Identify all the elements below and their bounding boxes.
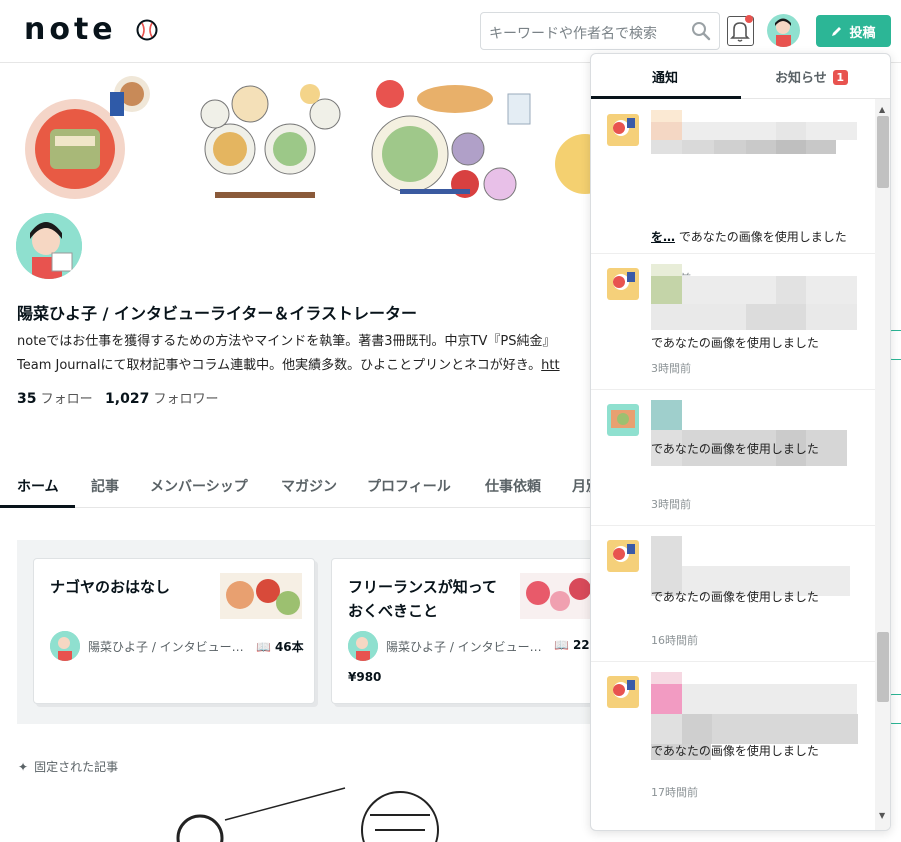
magazine-price: ¥980 xyxy=(348,670,382,684)
following-label[interactable]: フォロー xyxy=(41,392,93,407)
scroll-down-icon[interactable]: ▼ xyxy=(879,811,885,820)
magazine-section: ナゴヤのおはなし 陽菜ひよ子 / インタビュー… 📖 46本 フリーランスが知って… xyxy=(17,540,613,724)
notification-text: であなたの画像を使用しました xyxy=(651,334,861,352)
magazine-title[interactable]: ナゴヤのおはなし xyxy=(50,575,200,599)
magazine-author: 陽菜ひよ子 / インタビュー… xyxy=(50,631,244,661)
magazine-count-value: 46本 xyxy=(274,640,304,654)
notification-message: であなたの画像を使用しました xyxy=(651,744,819,758)
notification-item[interactable]: であなたの画像を使用しました 17時間前 xyxy=(591,662,875,830)
search-input[interactable]: キーワードや作者名で検索 xyxy=(480,12,720,50)
author-name: 陽菜ひよ子 / インタビュー… xyxy=(386,639,542,654)
notification-avatar xyxy=(607,114,639,146)
creator-bio: noteではお仕事を獲得するための方法やマインドを執筆。著書3冊既刊。中京TV『… xyxy=(17,330,587,378)
notification-message: であなたの画像を使用しました xyxy=(651,442,819,456)
tab-home[interactable]: ホーム xyxy=(17,476,59,496)
pinned-text: 固定された記事 xyxy=(34,760,119,774)
notification-item[interactable]: であなたの画像を使用しました 3時間前 xyxy=(591,390,875,526)
magazine-card[interactable]: フリーランスが知っておくべきこと 陽菜ひよ子 / インタビュー… 📖 22 ¥98… xyxy=(331,558,613,704)
panel-tab-indicator xyxy=(591,96,741,99)
notification-avatar xyxy=(607,540,639,572)
bio-line-1: noteではお仕事を獲得するための方法やマインドを執筆。著書3冊既刊。中京TV『… xyxy=(17,334,556,349)
creator-avatar[interactable] xyxy=(16,213,82,279)
news-badge: 1 xyxy=(832,70,848,85)
notification-time: 3時間前 xyxy=(651,362,691,375)
tab-news[interactable]: お知らせ 1 xyxy=(775,67,848,86)
baseball-icon xyxy=(136,19,158,41)
pin-icon: ✦ xyxy=(18,759,29,774)
scrollbar-thumb[interactable] xyxy=(877,632,889,702)
notification-avatar xyxy=(607,676,639,708)
blurred-title xyxy=(651,264,857,330)
bio-link[interactable]: htt xyxy=(541,358,559,373)
followers-label[interactable]: フォロワー xyxy=(153,392,218,407)
author-avatar xyxy=(348,631,378,661)
notification-link[interactable]: を… xyxy=(651,230,675,244)
bio-line-2-text: Team Journalにて取材記事やコラム連載中。他実績多数。ひよことプリンと… xyxy=(17,358,542,373)
scroll-up-icon[interactable]: ▲ xyxy=(879,105,885,114)
tab-profile[interactable]: プロフィール xyxy=(367,476,451,496)
follow-stats: 35 フォロー 1,027 フォロワー xyxy=(17,388,219,407)
followers-count[interactable]: 1,027 xyxy=(105,391,149,407)
pinned-article-illustration[interactable] xyxy=(170,780,470,842)
notification-item[interactable]: であなたの画像を使用しました 3時間前 xyxy=(591,254,875,390)
creator-tabs: ホーム 記事 メンバーシップ マガジン プロフィール 仕事依頼 月別 xyxy=(0,466,600,508)
blurred-title xyxy=(651,400,847,466)
magazine-count: 📖 22 xyxy=(554,638,590,652)
pinned-label: ✦ 固定された記事 xyxy=(18,758,118,775)
tab-news-label: お知らせ xyxy=(775,71,827,86)
tab-articles[interactable]: 記事 xyxy=(91,476,119,496)
search-icon[interactable] xyxy=(690,20,712,42)
note-logo[interactable]: note xyxy=(24,14,117,46)
following-count[interactable]: 35 xyxy=(17,391,36,407)
notification-item[interactable]: であなたの画像を使用しました 16時間前 xyxy=(591,526,875,662)
notification-message: であなたの画像を使用しました xyxy=(675,230,847,244)
magazine-thumbnail xyxy=(220,573,302,619)
panel-tabs: 通知 お知らせ 1 xyxy=(591,54,890,99)
pencil-icon xyxy=(832,27,842,36)
tab-notifications[interactable]: 通知 xyxy=(652,67,678,86)
notification-text: であなたの画像を使用しました xyxy=(651,742,861,760)
magazine-card[interactable]: ナゴヤのおはなし 陽菜ひよ子 / インタビュー… 📖 46本 xyxy=(33,558,315,704)
tab-magazines[interactable]: マガジン xyxy=(281,476,337,496)
magazine-count-value: 22 xyxy=(572,638,590,652)
notification-avatar xyxy=(607,268,639,300)
header-illustration xyxy=(0,64,600,214)
blurred-title xyxy=(651,536,850,596)
magazine-title[interactable]: フリーランスが知っておくべきこと xyxy=(348,575,498,623)
creator-name: 陽菜ひよ子 / インタビューライター＆イラストレーター xyxy=(17,304,418,323)
user-avatar[interactable] xyxy=(767,14,800,47)
notification-dot xyxy=(745,15,753,23)
author-name: 陽菜ひよ子 / インタビュー… xyxy=(88,639,244,654)
author-avatar xyxy=(50,631,80,661)
notification-text: を… であなたの画像を使用しました xyxy=(651,228,861,246)
notification-item[interactable]: を… であなたの画像を使用しました 2時間前 xyxy=(591,100,875,285)
post-button[interactable]: 投稿 xyxy=(816,15,891,47)
scrollbar-thumb[interactable] xyxy=(877,116,889,188)
active-tab-indicator xyxy=(0,505,75,508)
panel-scrollbar[interactable] xyxy=(875,99,890,830)
notification-text: であなたの画像を使用しました xyxy=(651,588,861,606)
magazine-count: 📖 46本 xyxy=(256,638,304,655)
notification-time: 3時間前 xyxy=(651,498,691,511)
magazine-author: 陽菜ひよ子 / インタビュー… xyxy=(348,631,542,661)
book-icon: 📖 xyxy=(256,639,271,654)
notification-time: 16時間前 xyxy=(651,634,698,647)
notification-message: であなたの画像を使用しました xyxy=(651,590,819,604)
notification-time: 17時間前 xyxy=(651,786,698,799)
notification-message: であなたの画像を使用しました xyxy=(651,336,819,350)
bio-line-2: Team Journalにて取材記事やコラム連載中。他実績多数。ひよことプリンと… xyxy=(17,354,587,378)
search-placeholder: キーワードや作者名で検索 xyxy=(489,26,657,42)
post-button-label: 投稿 xyxy=(849,25,876,41)
notifications-panel: 通知 お知らせ 1 を… であなたの画像を使用しました 2時間前 であなたの画像を… xyxy=(590,53,891,831)
tab-membership[interactable]: メンバーシップ xyxy=(150,476,248,496)
notification-avatar xyxy=(607,404,639,436)
tab-requests[interactable]: 仕事依頼 xyxy=(485,476,541,496)
blurred-title xyxy=(651,110,857,154)
book-icon: 📖 xyxy=(554,638,569,652)
notification-text: であなたの画像を使用しました xyxy=(651,440,861,458)
